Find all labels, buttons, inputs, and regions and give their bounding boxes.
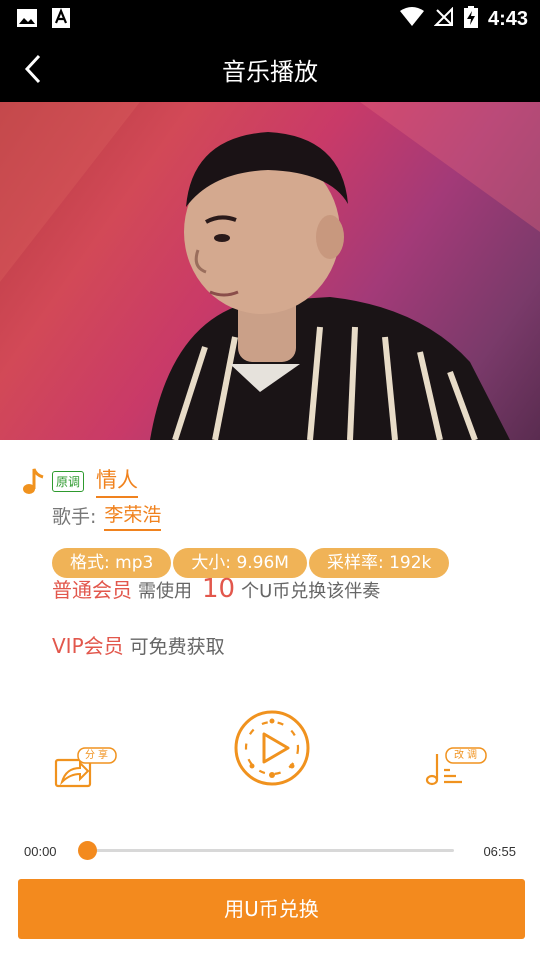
play-button[interactable] xyxy=(232,708,312,788)
original-key-tag: 原调 xyxy=(52,470,85,492)
singer-label: 歌手: xyxy=(52,506,97,528)
vip-member-label: VIP会员 xyxy=(52,634,124,658)
song-name[interactable]: 情人 xyxy=(96,464,139,498)
share-button[interactable]: 分享 xyxy=(52,746,120,790)
song-title-row: 原调 情人 xyxy=(20,464,139,498)
current-time: 00:00 xyxy=(24,844,57,859)
battery-charging-icon xyxy=(463,6,478,32)
image-icon xyxy=(16,8,38,32)
singer-name[interactable]: 李荣浩 xyxy=(104,500,162,531)
page-title: 音乐播放 xyxy=(222,58,318,86)
share-label: 分享 xyxy=(85,750,111,761)
vip-member-info: VIP会员 可免费获取 xyxy=(52,630,225,659)
album-cover-image xyxy=(0,102,540,440)
status-time: 4:43 xyxy=(487,7,528,30)
total-time: 06:55 xyxy=(483,844,516,859)
font-icon xyxy=(52,8,70,32)
change-key-button[interactable]: 改调 xyxy=(422,746,490,790)
status-bar: 4:43 xyxy=(0,0,540,36)
music-note-icon xyxy=(20,466,46,496)
app-bar: 音乐播放 xyxy=(0,36,540,102)
wifi-icon xyxy=(399,7,424,31)
coin-count: 10 xyxy=(202,574,236,604)
no-signal-icon xyxy=(433,6,454,31)
normal-member-info: 普通会员 需使用 10 个U币兑换该伴奏 xyxy=(52,574,380,604)
normal-member-suffix: 个U币兑换该伴奏 xyxy=(241,581,381,602)
singer-row: 歌手: 李荣浩 xyxy=(52,500,162,531)
play-icon xyxy=(234,710,310,786)
change-key-label: 改调 xyxy=(454,750,480,761)
vip-member-text: 可免费获取 xyxy=(129,636,225,658)
exchange-button[interactable]: 用U币兑换 xyxy=(18,879,525,939)
normal-member-label: 普通会员 xyxy=(52,578,132,602)
normal-member-prefix: 需使用 xyxy=(138,581,192,602)
progress-thumb[interactable] xyxy=(78,841,97,860)
progress-track[interactable] xyxy=(84,849,454,852)
